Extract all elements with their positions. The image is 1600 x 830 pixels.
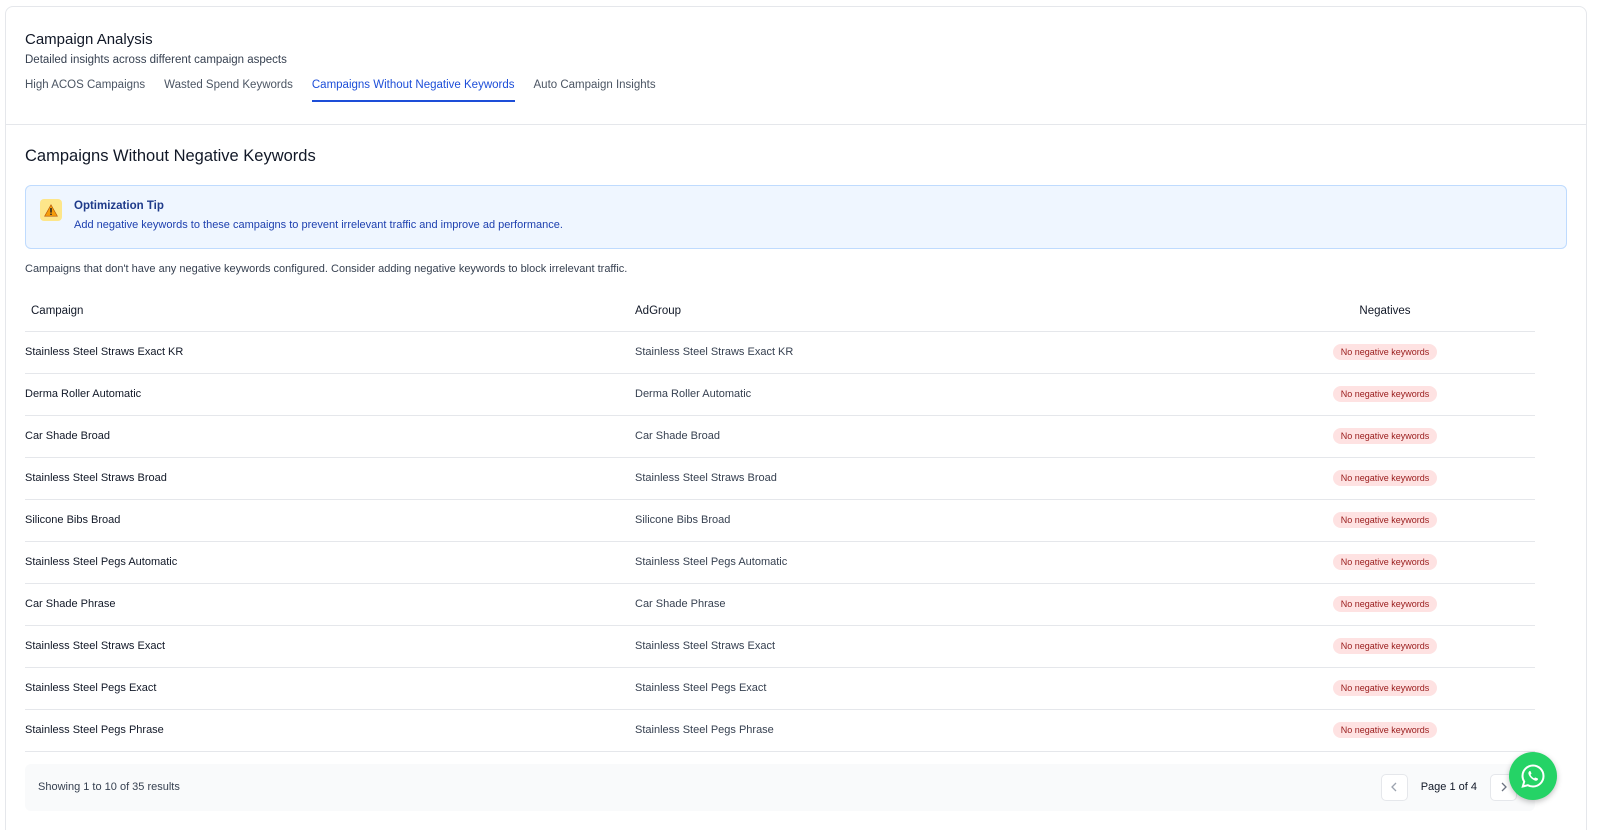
no-negatives-badge: No negative keywords [1332,722,1438,738]
no-negatives-badge: No negative keywords [1332,386,1438,402]
tip-title: Optimization Tip [74,200,164,212]
chevron-left-icon[interactable] [1380,773,1408,801]
pagination-controls: Page 1 of 4 [1380,773,1517,801]
campaign-cell: Stainless Steel Pegs Exact [25,667,635,710]
no-negatives-badge: No negative keywords [1332,596,1438,612]
adgroup-cell: Stainless Steel Pegs Phrase [635,709,1235,752]
adgroup-cell: Car Shade Phrase [635,583,1235,626]
table-row[interactable]: Silicone Bibs Broad Silicone Bibs Broad … [25,499,1535,542]
page-title: Campaign Analysis [25,31,153,48]
negatives-cell: No negative keywords [1235,541,1535,584]
campaign-cell: Derma Roller Automatic [25,373,635,416]
whatsapp-icon[interactable] [1509,752,1557,800]
campaign-analysis-card: Campaign Analysis Detailed insights acro… [5,6,1587,830]
tab-bar: High ACOS Campaigns Wasted Spend Keyword… [25,79,1567,102]
no-negatives-badge: No negative keywords [1332,638,1438,654]
column-header-negatives[interactable]: Negatives [1235,297,1535,332]
negatives-cell: No negative keywords [1235,499,1535,542]
results-summary: Showing 1 to 10 of 35 results [38,781,180,793]
adgroup-cell: Stainless Steel Pegs Automatic [635,541,1235,584]
campaign-cell: Car Shade Broad [25,415,635,458]
tip-description: Add negative keywords to these campaigns… [74,219,563,231]
campaign-cell: Stainless Steel Straws Exact KR [25,331,635,374]
negatives-cell: No negative keywords [1235,583,1535,626]
table-row[interactable]: Stainless Steel Pegs Automatic Stainless… [25,541,1535,584]
section-title: Campaigns Without Negative Keywords [25,147,316,165]
tab-auto-campaign-insights[interactable]: Auto Campaign Insights [534,79,656,102]
table-row[interactable]: Stainless Steel Straws Broad Stainless S… [25,457,1535,500]
adgroup-cell: Stainless Steel Straws Exact [635,625,1235,668]
tip-content: Optimization Tip Add negative keywords t… [74,198,563,236]
table-row[interactable]: Derma Roller Automatic Derma Roller Auto… [25,373,1535,416]
negatives-cell: No negative keywords [1235,373,1535,416]
warning-icon [40,199,62,221]
campaign-cell: Silicone Bibs Broad [25,499,635,542]
table-row[interactable]: Stainless Steel Pegs Exact Stainless Ste… [25,667,1535,710]
tab-campaigns-without-negative-keywords[interactable]: Campaigns Without Negative Keywords [311,79,515,102]
campaigns-table: Campaign AdGroup Negatives Stainless Ste… [25,297,1535,752]
section-description: Campaigns that don't have any negative k… [25,263,628,275]
page-indicator: Page 1 of 4 [1420,781,1477,793]
adgroup-cell: Stainless Steel Straws Broad [635,457,1235,500]
campaign-cell: Stainless Steel Pegs Phrase [25,709,635,752]
table-row[interactable]: Stainless Steel Pegs Phrase Stainless St… [25,709,1535,752]
adgroup-cell: Stainless Steel Straws Exact KR [635,331,1235,374]
no-negatives-badge: No negative keywords [1332,512,1438,528]
tab-wasted-spend-keywords[interactable]: Wasted Spend Keywords [164,79,293,102]
negatives-cell: No negative keywords [1235,709,1535,752]
pagination-footer: Showing 1 to 10 of 35 results Page 1 of … [25,763,1535,811]
page-subtitle: Detailed insights across different campa… [25,54,287,66]
no-negatives-badge: No negative keywords [1332,680,1438,696]
column-header-campaign[interactable]: Campaign [25,297,635,332]
adgroup-cell: Car Shade Broad [635,415,1235,458]
campaign-cell: Car Shade Phrase [25,583,635,626]
tab-high-acos-campaigns[interactable]: High ACOS Campaigns [25,79,145,102]
negatives-cell: No negative keywords [1235,625,1535,668]
no-negatives-badge: No negative keywords [1332,344,1438,360]
campaign-cell: Stainless Steel Pegs Automatic [25,541,635,584]
negatives-cell: No negative keywords [1235,415,1535,458]
negatives-cell: No negative keywords [1235,457,1535,500]
card-header: Campaign Analysis Detailed insights acro… [6,7,1586,125]
optimization-tip-banner: Optimization Tip Add negative keywords t… [25,185,1567,249]
table-row[interactable]: Car Shade Broad Car Shade Broad No negat… [25,415,1535,458]
table-row[interactable]: Car Shade Phrase Car Shade Phrase No neg… [25,583,1535,626]
table-row[interactable]: Stainless Steel Straws Exact Stainless S… [25,625,1535,668]
table-header-row: Campaign AdGroup Negatives [25,297,1535,332]
adgroup-cell: Silicone Bibs Broad [635,499,1235,542]
no-negatives-badge: No negative keywords [1332,470,1438,486]
no-negatives-badge: No negative keywords [1332,554,1438,570]
campaign-cell: Stainless Steel Straws Exact [25,625,635,668]
adgroup-cell: Stainless Steel Pegs Exact [635,667,1235,710]
adgroup-cell: Derma Roller Automatic [635,373,1235,416]
table-row[interactable]: Stainless Steel Straws Exact KR Stainles… [25,331,1535,374]
negatives-cell: No negative keywords [1235,667,1535,710]
campaign-cell: Stainless Steel Straws Broad [25,457,635,500]
negatives-cell: No negative keywords [1235,331,1535,374]
card-body: Campaigns Without Negative Keywords Opti… [6,125,1586,811]
no-negatives-badge: No negative keywords [1332,428,1438,444]
column-header-adgroup[interactable]: AdGroup [635,297,1235,332]
